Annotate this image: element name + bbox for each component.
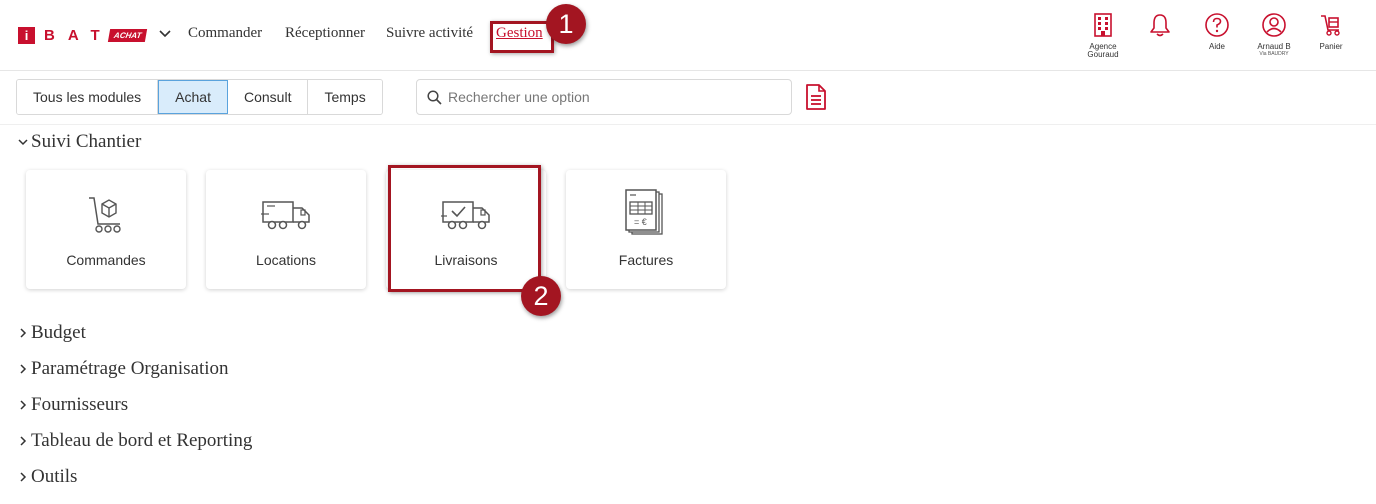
- help-icon: [1205, 13, 1229, 37]
- chevron-down-icon[interactable]: [158, 27, 172, 41]
- bell-icon: [1150, 14, 1170, 37]
- chevron-right-icon: [20, 400, 27, 410]
- tab-temps[interactable]: Temps: [308, 80, 382, 114]
- user-name: Arnaud B: [1257, 42, 1291, 51]
- chevron-right-icon: [20, 472, 27, 482]
- highlight-gestion: [490, 21, 554, 53]
- divider: [0, 124, 1376, 125]
- card-locations[interactable]: Locations: [206, 170, 366, 289]
- notifications-button[interactable]: [1130, 12, 1190, 38]
- tab-tous-les-modules[interactable]: Tous les modules: [17, 80, 159, 114]
- section-title: Fournisseurs: [31, 394, 129, 415]
- step-2-marker: 2: [521, 276, 561, 316]
- invoice-icon: = €: [625, 189, 663, 235]
- section-suivi-chantier[interactable]: Suivi Chantier: [17, 131, 141, 153]
- search-icon: [427, 89, 442, 105]
- top-bar: i BAT ACHAT Commander Réceptionner Suivr…: [0, 0, 1376, 71]
- trolley-box-icon: [89, 197, 121, 233]
- section-parametrage-organisation[interactable]: Paramétrage Organisation: [17, 358, 229, 380]
- card-commandes[interactable]: Commandes: [26, 170, 186, 289]
- section-budget[interactable]: Budget: [17, 322, 86, 344]
- nav-suivre-activite[interactable]: Suivre activité: [386, 25, 473, 42]
- logo-badge: ACHAT: [107, 28, 148, 42]
- nav-receptionner[interactable]: Réceptionner: [285, 25, 365, 42]
- chevron-right-icon: [20, 328, 27, 338]
- chevron-right-icon: [20, 436, 27, 446]
- search-placeholder: Rechercher une option: [448, 89, 590, 105]
- document-icon[interactable]: [805, 84, 827, 110]
- logo-mark: i: [18, 26, 35, 44]
- user-icon: [1262, 13, 1286, 37]
- card-label: Locations: [256, 252, 316, 268]
- cart-icon: [1321, 15, 1340, 36]
- chevron-right-icon: [20, 364, 27, 374]
- tab-consult[interactable]: Consult: [227, 80, 309, 114]
- highlight-livraisons: [388, 165, 541, 292]
- agency-button[interactable]: Agence Gouraud: [1073, 12, 1133, 59]
- svg-text:= €: = €: [634, 217, 647, 227]
- section-title: Budget: [31, 322, 86, 343]
- section-title: Paramétrage Organisation: [31, 358, 229, 379]
- user-menu-button[interactable]: Arnaud B Via BAUDRY: [1244, 12, 1304, 57]
- card-label: Commandes: [66, 252, 146, 268]
- card-factures[interactable]: = € Factures: [566, 170, 726, 289]
- building-icon: [1094, 13, 1112, 37]
- step-1-marker: 1: [546, 4, 586, 44]
- section-title: Suivi Chantier: [31, 131, 142, 152]
- section-title: Tableau de bord et Reporting: [31, 430, 253, 451]
- agency-name: Gouraud: [1087, 50, 1119, 59]
- section-title: Outils: [31, 466, 78, 487]
- cart-button[interactable]: Panier: [1301, 12, 1361, 51]
- section-outils[interactable]: Outils: [17, 466, 77, 488]
- section-tableau-de-bord[interactable]: Tableau de bord et Reporting: [17, 430, 252, 452]
- cart-label: Panier: [1319, 42, 1343, 51]
- module-tabs: Tous les modules Achat Consult Temps: [16, 79, 383, 115]
- help-button[interactable]: Aide: [1187, 12, 1247, 51]
- truck-icon: [261, 201, 310, 230]
- section-fournisseurs[interactable]: Fournisseurs: [17, 394, 128, 416]
- card-label: Factures: [618, 252, 674, 268]
- tab-achat[interactable]: Achat: [158, 80, 228, 114]
- ibat-logo[interactable]: i BAT ACHAT: [18, 26, 148, 44]
- logo-letters: BAT: [44, 26, 113, 44]
- user-sub: Via BAUDRY: [1259, 51, 1289, 57]
- chevron-down-icon: [18, 139, 28, 146]
- search-input[interactable]: Rechercher une option: [416, 79, 792, 115]
- help-label: Aide: [1208, 42, 1225, 51]
- nav-commander[interactable]: Commander: [188, 25, 262, 42]
